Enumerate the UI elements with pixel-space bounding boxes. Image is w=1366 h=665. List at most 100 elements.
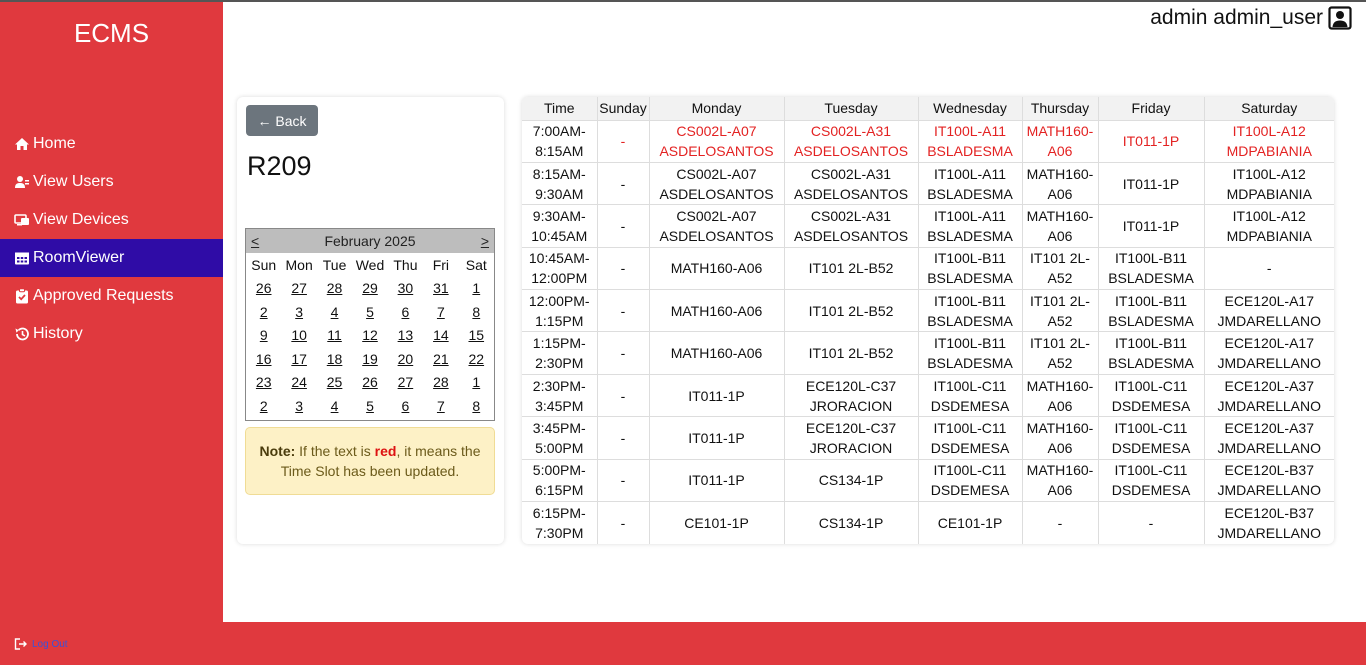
calendar-dow-label: Sun bbox=[251, 256, 277, 273]
schedule-column-header: Wednesday bbox=[918, 97, 1023, 120]
calendar-next-button[interactable]: > bbox=[481, 233, 489, 249]
schedule-slot-cell: IT011-1P bbox=[1098, 204, 1205, 248]
schedule-row: 9:30AM-10:45AM - CS002L-A07 ASDELOSANTOS CS… bbox=[522, 204, 1334, 248]
room-title: R209 bbox=[247, 151, 312, 181]
calendar-day[interactable]: 26 bbox=[246, 280, 281, 296]
schedule-slot-cell: IT100L-A12 MDPABIANIA bbox=[1204, 161, 1334, 205]
calendar-day[interactable]: 8 bbox=[459, 398, 494, 414]
calendar-day[interactable]: 23 bbox=[246, 374, 281, 390]
schedule-row: 8:15AM-9:30AM - CS002L-A07 ASDELOSANTOS CS0… bbox=[522, 161, 1334, 205]
calendar-day[interactable]: 27 bbox=[281, 280, 316, 296]
schedule-slot-cell: CS002L-A31 ASDELOSANTOS bbox=[784, 204, 919, 248]
logout-link[interactable]: Log Out bbox=[14, 638, 68, 650]
calendar-day[interactable]: 2 bbox=[246, 304, 281, 320]
schedule-slot-cell: IT100L-A11 BSLADESMA bbox=[918, 204, 1023, 248]
sidebar: ECMS Home View Users View Devices RoomVi… bbox=[0, 0, 223, 622]
calendar-day[interactable]: 4 bbox=[317, 398, 352, 414]
calendar-day[interactable]: 16 bbox=[246, 351, 281, 367]
calendar-day[interactable]: 5 bbox=[352, 398, 387, 414]
calendar-day[interactable]: 8 bbox=[459, 304, 494, 320]
calendar-day[interactable]: 26 bbox=[352, 374, 387, 390]
schedule-slot-cell: ECE120L-A17 JMDARELLANO bbox=[1204, 331, 1334, 375]
calendar-day[interactable]: 13 bbox=[388, 327, 423, 343]
calendar-day[interactable]: 10 bbox=[281, 327, 316, 343]
schedule-slot-cell: MATH160-A06 bbox=[1022, 416, 1099, 460]
schedule-time-cell: 10:45AM-12:00PM bbox=[522, 246, 598, 290]
schedule-row: 10:45AM-12:00PM - MATH160-A06 IT101 2L-B52 I… bbox=[522, 246, 1334, 290]
schedule-slot-cell: - bbox=[1204, 246, 1334, 290]
calendar-day[interactable]: 27 bbox=[388, 374, 423, 390]
schedule-column-header: Thursday bbox=[1022, 97, 1099, 120]
schedule-slot-cell: MATH160-A06 bbox=[649, 331, 785, 375]
schedule-slot-cell: IT100L-B11 BSLADESMA bbox=[1098, 289, 1205, 332]
schedule-row: 7:00AM-8:15AM - CS002L-A07 ASDELOSANTOS CS0… bbox=[522, 119, 1334, 163]
schedule-time-cell: 8:15AM-9:30AM bbox=[522, 161, 598, 205]
schedule-time-cell: 2:30PM-3:45PM bbox=[522, 373, 598, 417]
calendar-day[interactable]: 30 bbox=[388, 280, 423, 296]
schedule-slot-cell: IT100L-B11 BSLADESMA bbox=[918, 289, 1023, 332]
schedule-slot-cell: IT100L-B11 BSLADESMA bbox=[918, 246, 1023, 290]
schedule-row: 1:15PM-2:30PM - MATH160-A06 IT101 2L-B52 IT1… bbox=[522, 331, 1334, 375]
schedule-time-cell: 3:45PM-5:00PM bbox=[522, 416, 598, 460]
calendar-day[interactable]: 5 bbox=[352, 304, 387, 320]
calendar-day[interactable]: 28 bbox=[423, 374, 458, 390]
schedule-row: 5:00PM-6:15PM - IT011-1P CS134-1P IT100L-C11… bbox=[522, 458, 1334, 502]
sidebar-item-label: View Users bbox=[33, 173, 114, 190]
calendar-day[interactable]: 7 bbox=[423, 398, 458, 414]
schedule-slot-cell: CS002L-A31 ASDELOSANTOS bbox=[784, 161, 919, 205]
schedule-slot-cell: IT101 2L-A52 bbox=[1022, 331, 1099, 375]
calendar-day[interactable]: 2 bbox=[246, 398, 281, 414]
devices-icon bbox=[14, 214, 29, 226]
calendar-day[interactable]: 1 bbox=[459, 280, 494, 296]
sidebar-item-history[interactable]: History bbox=[0, 315, 223, 353]
sidebar-item-view-users[interactable]: View Users bbox=[0, 163, 223, 201]
sidebar-item-label: RoomViewer bbox=[33, 249, 125, 266]
calendar-day[interactable]: 4 bbox=[317, 304, 352, 320]
schedule-slot-cell: - bbox=[597, 416, 650, 460]
calendar-day[interactable]: 7 bbox=[423, 304, 458, 320]
calendar-day[interactable]: 6 bbox=[388, 304, 423, 320]
footer-bar: Log Out bbox=[0, 622, 1366, 665]
calendar-day[interactable]: 29 bbox=[352, 280, 387, 296]
users-icon bbox=[15, 176, 29, 188]
calendar-day[interactable]: 15 bbox=[459, 327, 494, 343]
calendar-day[interactable]: 9 bbox=[246, 327, 281, 343]
calendar-day[interactable]: 31 bbox=[423, 280, 458, 296]
calendar-day[interactable]: 28 bbox=[317, 280, 352, 296]
calendar-day[interactable]: 1 bbox=[459, 374, 494, 390]
user-menu[interactable]: admin admin_user bbox=[1150, 6, 1352, 30]
sidebar-item-home[interactable]: Home bbox=[0, 125, 223, 163]
schedule-slot-cell: MATH160-A06 bbox=[1022, 458, 1099, 502]
calendar-day[interactable]: 22 bbox=[459, 351, 494, 367]
calendar-prev-button[interactable]: < bbox=[251, 233, 259, 249]
sidebar-item-roomviewer[interactable]: RoomViewer bbox=[0, 239, 223, 277]
calendar-day[interactable]: 21 bbox=[423, 351, 458, 367]
calendar-day[interactable]: 25 bbox=[317, 374, 352, 390]
calendar-day[interactable]: 20 bbox=[388, 351, 423, 367]
top-border bbox=[0, 0, 1366, 2]
sidebar-item-view-devices[interactable]: View Devices bbox=[0, 201, 223, 239]
schedule-slot-cell: IT011-1P bbox=[1098, 119, 1205, 163]
mini-calendar: < February 2025 > Sun Mon Tue Wed Thu Fri Sat 2… bbox=[245, 228, 495, 421]
schedule-row: 12:00PM-1:15PM - MATH160-A06 IT101 2L-B52 IT… bbox=[522, 289, 1334, 332]
calendar-day[interactable]: 11 bbox=[317, 327, 352, 343]
schedule-slot-cell: IT100L-C11 DSDEMESA bbox=[1098, 458, 1205, 502]
calendar-dow-label: Sat bbox=[465, 256, 487, 273]
calendar-day[interactable]: 3 bbox=[281, 398, 316, 414]
calendar-month-label: February 2025 bbox=[324, 233, 416, 249]
clipboard-check-icon bbox=[16, 288, 28, 304]
calendar-day[interactable]: 19 bbox=[352, 351, 387, 367]
back-button[interactable]: ← Back bbox=[246, 105, 318, 136]
calendar-day[interactable]: 17 bbox=[281, 351, 316, 367]
schedule-slot-cell: IT011-1P bbox=[649, 373, 785, 417]
sidebar-item-approved-requests[interactable]: Approved Requests bbox=[0, 277, 223, 315]
schedule-slot-cell: CE101-1P bbox=[649, 501, 785, 544]
calendar-day[interactable]: 18 bbox=[317, 351, 352, 367]
calendar-day[interactable]: 3 bbox=[281, 304, 316, 320]
calendar-day[interactable]: 12 bbox=[352, 327, 387, 343]
calendar-day[interactable]: 14 bbox=[423, 327, 458, 343]
calendar-day[interactable]: 24 bbox=[281, 374, 316, 390]
schedule-slot-cell: - bbox=[597, 204, 650, 248]
calendar-day[interactable]: 6 bbox=[388, 398, 423, 414]
schedule-slot-cell: IT100L-C11 DSDEMESA bbox=[918, 416, 1023, 460]
